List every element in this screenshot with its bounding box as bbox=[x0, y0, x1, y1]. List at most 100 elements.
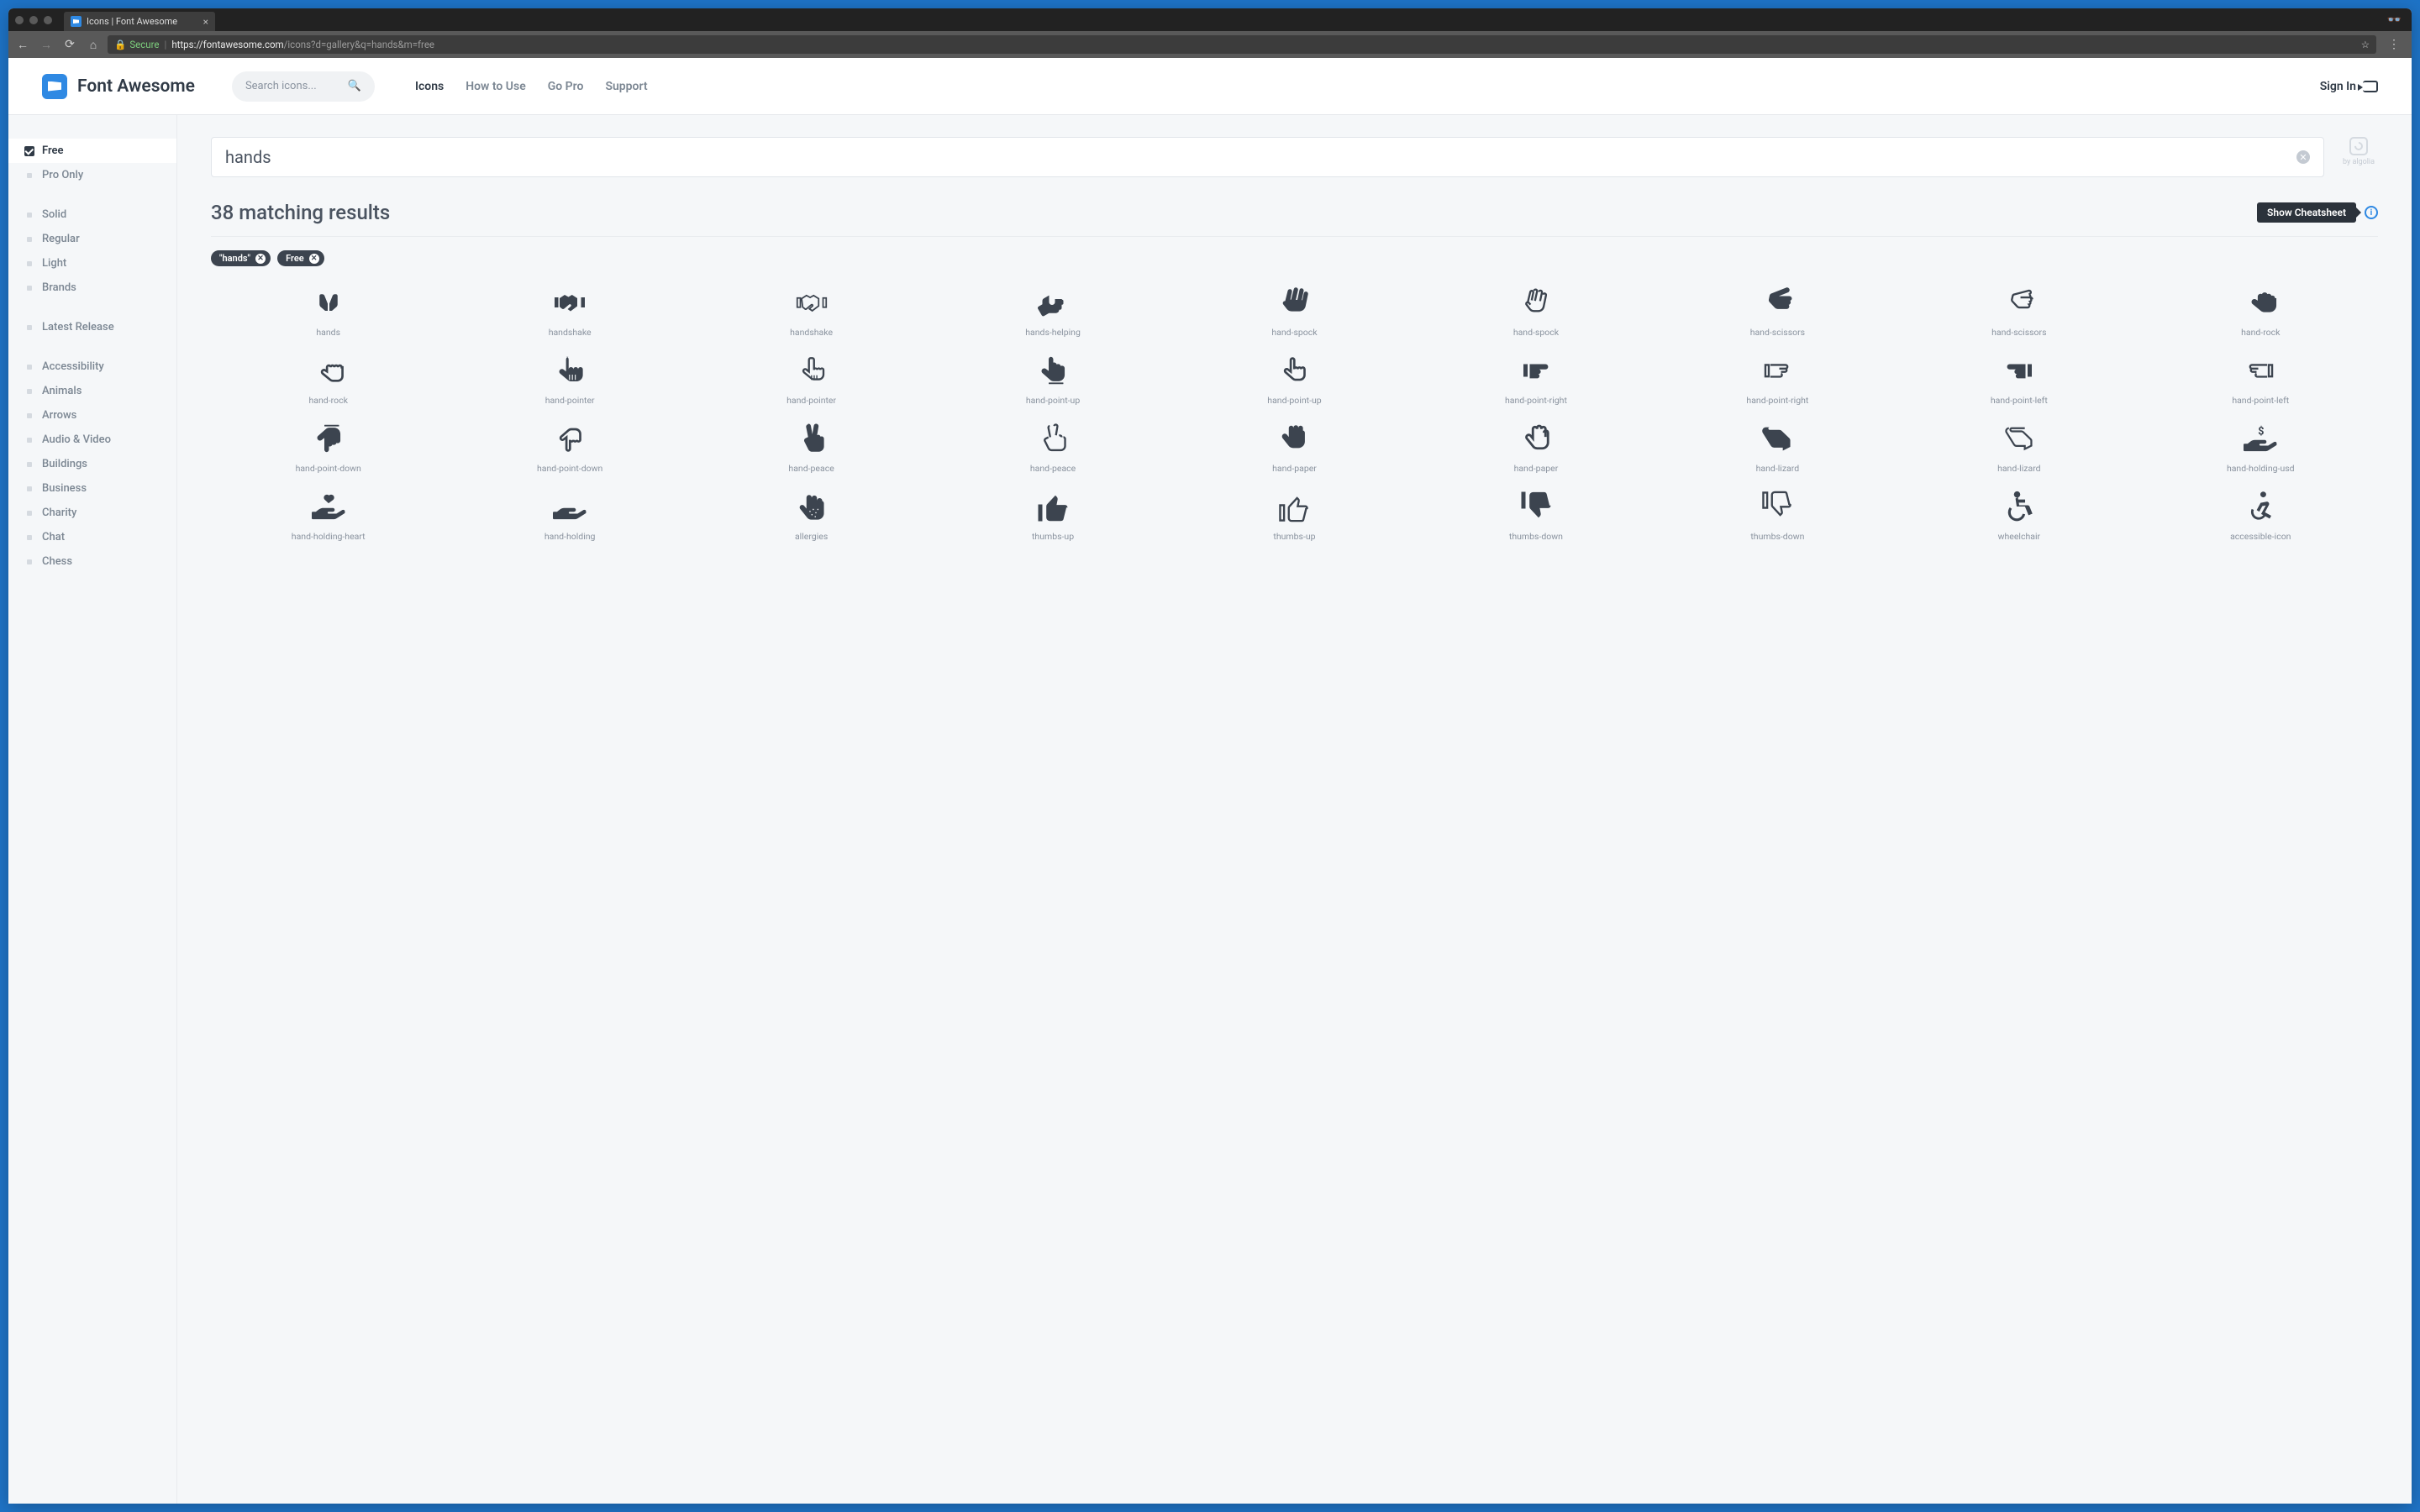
hand-lizard-icon bbox=[1754, 421, 1801, 456]
icon-cell-thumbs-down[interactable]: thumbs-down bbox=[1418, 489, 1653, 542]
main-content: hands ✕ by algolia 38 matching results S… bbox=[176, 115, 2412, 1504]
forward-icon[interactable]: → bbox=[40, 39, 52, 50]
primary-nav: Icons How to Use Go Pro Support bbox=[415, 80, 648, 93]
remove-icon[interactable]: ✕ bbox=[255, 254, 266, 264]
icon-label: hand-point-left bbox=[2232, 395, 2289, 406]
nav-how-to-use[interactable]: How to Use bbox=[466, 80, 526, 93]
hand-scissors-icon bbox=[1754, 285, 1801, 320]
icon-label: hand-scissors bbox=[1750, 327, 1805, 338]
icon-cell-wheelchair[interactable]: wheelchair bbox=[1902, 489, 2136, 542]
icon-label: hand-peace bbox=[788, 463, 834, 474]
icon-cell-hand-holding[interactable]: hand-holding bbox=[452, 489, 687, 542]
icon-cell-hand-point-right[interactable]: hand-point-right bbox=[1660, 353, 1895, 406]
icon-cell-hand-point-down[interactable]: hand-point-down bbox=[452, 421, 687, 474]
sidebar-item-solid[interactable]: Solid bbox=[8, 202, 176, 227]
icon-cell-hand-pointer[interactable]: hand-pointer bbox=[452, 353, 687, 406]
handshake-icon bbox=[788, 285, 835, 320]
icon-label: hand-paper bbox=[1514, 463, 1559, 474]
sidebar-item-accessibility[interactable]: Accessibility bbox=[8, 354, 176, 379]
home-icon[interactable]: ⌂ bbox=[87, 39, 99, 50]
icon-cell-hand-point-right[interactable]: hand-point-right bbox=[1418, 353, 1653, 406]
nav-go-pro[interactable]: Go Pro bbox=[548, 80, 584, 93]
icon-label: hand-point-up bbox=[1267, 395, 1321, 406]
site-header: Font Awesome Search icons... 🔍 Icons How… bbox=[8, 58, 2412, 115]
icon-cell-hand-peace[interactable]: hand-peace bbox=[935, 421, 1170, 474]
icon-cell-hand-holding-usd[interactable]: hand-holding-usd bbox=[2144, 421, 2378, 474]
sidebar-item-buildings[interactable]: Buildings bbox=[8, 452, 176, 476]
icon-cell-thumbs-down[interactable]: thumbs-down bbox=[1660, 489, 1895, 542]
icon-cell-hand-point-up[interactable]: hand-point-up bbox=[935, 353, 1170, 406]
show-cheatsheet-button[interactable]: Show Cheatsheet bbox=[2257, 202, 2356, 223]
menu-icon[interactable]: ⋮ bbox=[2385, 38, 2403, 51]
back-icon[interactable]: ← bbox=[17, 39, 29, 50]
header-search-input[interactable]: Search icons... 🔍 bbox=[232, 71, 375, 102]
icon-label: hand-holding-usd bbox=[2227, 463, 2295, 474]
icon-cell-hand-holding-heart[interactable]: hand-holding-heart bbox=[211, 489, 445, 542]
nav-support[interactable]: Support bbox=[605, 80, 647, 93]
icon-cell-hand-lizard[interactable]: hand-lizard bbox=[1902, 421, 2136, 474]
chip-free[interactable]: Free✕ bbox=[277, 250, 324, 266]
window-controls[interactable] bbox=[15, 16, 52, 24]
icon-search-input[interactable]: hands ✕ bbox=[211, 137, 2324, 177]
icon-cell-hand-pointer[interactable]: hand-pointer bbox=[694, 353, 929, 406]
icon-cell-allergies[interactable]: allergies bbox=[694, 489, 929, 542]
info-icon[interactable]: i bbox=[2365, 206, 2378, 219]
reload-icon[interactable]: ⟳ bbox=[64, 39, 76, 50]
sidebar-item-chess[interactable]: Chess bbox=[8, 549, 176, 574]
hand-point-left-icon bbox=[2237, 353, 2284, 388]
sidebar: Free Pro Only Solid Regular Light Brands… bbox=[8, 115, 176, 1504]
icon-cell-hand-scissors[interactable]: hand-scissors bbox=[1902, 285, 2136, 338]
icon-cell-hand-spock[interactable]: hand-spock bbox=[1418, 285, 1653, 338]
icon-cell-hand-scissors[interactable]: hand-scissors bbox=[1660, 285, 1895, 338]
icon-label: hand-lizard bbox=[1756, 463, 1800, 474]
sidebar-item-audio-video[interactable]: Audio & Video bbox=[8, 428, 176, 452]
icon-cell-hand-paper[interactable]: hand-paper bbox=[1177, 421, 1412, 474]
hand-rock-icon bbox=[305, 353, 352, 388]
chip-hands[interactable]: "hands"✕ bbox=[211, 250, 271, 266]
icon-cell-hand-peace[interactable]: hand-peace bbox=[694, 421, 929, 474]
hand-point-left-icon bbox=[1996, 353, 2043, 388]
icon-cell-hand-point-left[interactable]: hand-point-left bbox=[1902, 353, 2136, 406]
browser-tab[interactable]: Icons | Font Awesome × bbox=[64, 12, 215, 31]
signin-button[interactable]: Sign In bbox=[2320, 80, 2378, 93]
hand-lizard-icon bbox=[1996, 421, 2043, 456]
icon-cell-thumbs-up[interactable]: thumbs-up bbox=[935, 489, 1170, 542]
logo[interactable]: Font Awesome bbox=[42, 74, 195, 99]
icon-cell-hand-spock[interactable]: hand-spock bbox=[1177, 285, 1412, 338]
star-icon[interactable]: ☆ bbox=[2361, 39, 2370, 50]
icon-cell-hand-point-left[interactable]: hand-point-left bbox=[2144, 353, 2378, 406]
address-bar[interactable]: 🔒 Secure | https://fontawesome.com/icons… bbox=[108, 35, 2376, 54]
clear-icon[interactable]: ✕ bbox=[2296, 150, 2310, 164]
hand-point-right-icon bbox=[1754, 353, 1801, 388]
sidebar-item-charity[interactable]: Charity bbox=[8, 501, 176, 525]
icon-cell-hand-lizard[interactable]: hand-lizard bbox=[1660, 421, 1895, 474]
hand-spock-icon bbox=[1270, 285, 1318, 320]
icon-cell-handshake[interactable]: handshake bbox=[694, 285, 929, 338]
icon-cell-hand-point-down[interactable]: hand-point-down bbox=[211, 421, 445, 474]
icon-cell-hand-rock[interactable]: hand-rock bbox=[2144, 285, 2378, 338]
sidebar-item-business[interactable]: Business bbox=[8, 476, 176, 501]
icon-label: hand-point-right bbox=[1505, 395, 1567, 406]
browser-toolbar: ← → ⟳ ⌂ 🔒 Secure | https://fontawesome.c… bbox=[8, 31, 2412, 58]
sidebar-item-light[interactable]: Light bbox=[8, 251, 176, 276]
sidebar-item-brands[interactable]: Brands bbox=[8, 276, 176, 300]
sidebar-item-arrows[interactable]: Arrows bbox=[8, 403, 176, 428]
icon-label: hand-lizard bbox=[1997, 463, 2041, 474]
sidebar-item-chat[interactable]: Chat bbox=[8, 525, 176, 549]
sidebar-item-regular[interactable]: Regular bbox=[8, 227, 176, 251]
icon-cell-hands[interactable]: hands bbox=[211, 285, 445, 338]
sidebar-item-free[interactable]: Free bbox=[8, 139, 176, 163]
icon-cell-handshake[interactable]: handshake bbox=[452, 285, 687, 338]
close-icon[interactable]: × bbox=[203, 17, 208, 27]
icon-cell-hand-point-up[interactable]: hand-point-up bbox=[1177, 353, 1412, 406]
icon-cell-hands-helping[interactable]: hands-helping bbox=[935, 285, 1170, 338]
sidebar-item-latest[interactable]: Latest Release bbox=[8, 315, 176, 339]
sidebar-item-animals[interactable]: Animals bbox=[8, 379, 176, 403]
remove-icon[interactable]: ✕ bbox=[309, 254, 319, 264]
sidebar-item-pro-only[interactable]: Pro Only bbox=[8, 163, 176, 187]
icon-cell-hand-paper[interactable]: hand-paper bbox=[1418, 421, 1653, 474]
icon-cell-hand-rock[interactable]: hand-rock bbox=[211, 353, 445, 406]
icon-cell-thumbs-up[interactable]: thumbs-up bbox=[1177, 489, 1412, 542]
icon-cell-accessible-icon[interactable]: accessible-icon bbox=[2144, 489, 2378, 542]
nav-icons[interactable]: Icons bbox=[415, 80, 444, 93]
